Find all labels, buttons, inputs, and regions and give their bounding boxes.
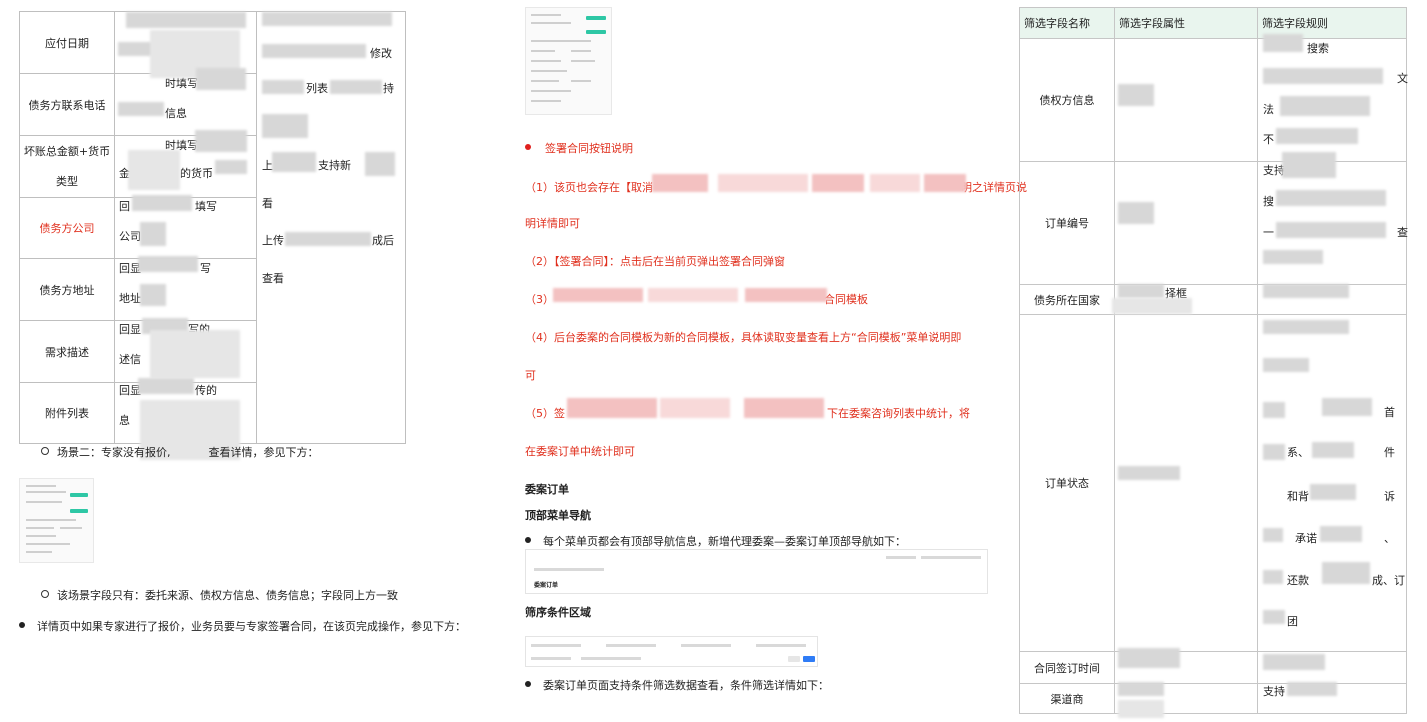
- cell-fragment: 公司: [119, 230, 141, 243]
- cell-fragment: 查看: [262, 272, 284, 285]
- rule-fragment: 搜: [1263, 195, 1274, 208]
- rule-fragment: 还款: [1287, 574, 1309, 587]
- paragraph-5-cont: 在委案订单中统计即可: [525, 445, 635, 458]
- rule-fragment: 系、: [1287, 446, 1309, 459]
- rule-fragment: 承诺: [1295, 532, 1317, 545]
- row-name: 债权方信息: [1019, 38, 1115, 162]
- cell-fragment: 上传: [262, 234, 284, 247]
- row-name: 应付日期: [19, 11, 115, 74]
- cell-fragment: 持: [383, 82, 394, 95]
- header-field-name: 筛选字段名称: [1019, 7, 1115, 39]
- detail-bullet: 详情页中如果专家进行了报价，业务员要与专家签署合同，在该页完成操作，参见下方：: [19, 618, 466, 634]
- red-bullet-icon: [525, 144, 531, 150]
- rule-fragment: 首: [1384, 406, 1395, 419]
- row-name: 债务方公司: [19, 197, 115, 259]
- nav-screenshot: 委案订单: [525, 549, 988, 594]
- nav-bullet: 每个菜单页都会有顶部导航信息，新增代理委案—委案订单顶部导航如下：: [525, 533, 906, 549]
- row-name: 债务方地址: [19, 258, 115, 321]
- cell-fragment: 息: [119, 414, 130, 427]
- paragraph-2: （2）【签署合同】：点击后在当前页弹出签署合同弹窗: [525, 255, 785, 268]
- cell-fragment: 支持新: [318, 159, 351, 172]
- rule-fragment: 支持: [1263, 685, 1285, 698]
- row-name: 债务方联系电话: [19, 73, 115, 136]
- rule-fragment: 一: [1263, 226, 1274, 239]
- paragraph-4: （4）后台委案的合同模板为新的合同模板，具体读取变量查看上方“合同模板”菜单说明…: [525, 331, 962, 344]
- row-name: 合同签订时间: [1019, 651, 1115, 684]
- rule-fragment: 诉: [1384, 490, 1395, 503]
- screenshot-thumbnail: [525, 7, 612, 115]
- sign-contract-heading: 签署合同按钮说明: [525, 140, 633, 156]
- cell-fragment: 看: [262, 197, 273, 210]
- row-name: 订单编号: [1019, 161, 1115, 285]
- bullet-icon: [525, 681, 531, 687]
- nav-screenshot-title: 委案订单: [534, 582, 559, 589]
- row-name: 附件列表: [19, 382, 115, 444]
- row-name: 需求描述: [19, 320, 115, 383]
- cell-fragment: 写: [200, 262, 211, 275]
- rule-fragment: 团: [1287, 615, 1298, 628]
- ring-bullet-icon: [41, 447, 49, 455]
- header-field-attr: 筛选字段属性: [1114, 7, 1258, 39]
- filter-bullet: 委案订单页面支持条件筛选数据查看，条件筛选详情如下：: [525, 677, 829, 693]
- filter-screenshot: [525, 636, 818, 667]
- bullet-icon: [525, 537, 531, 543]
- cell-fragment: 回显: [119, 323, 141, 336]
- cell-fragment: 修改: [370, 47, 392, 60]
- section-heading-nav: 顶部菜单导航: [525, 509, 591, 522]
- cell-fragment: 的货币: [180, 167, 213, 180]
- section-heading-order: 委案订单: [525, 483, 569, 496]
- row-name: 渠道商: [1019, 683, 1115, 714]
- scene-fields-line: 该场景字段只有：委托来源、债权方信息、债务信息；字段同上方一致: [41, 587, 398, 603]
- paragraph-4-cont: 可: [525, 369, 536, 382]
- rule-fragment: 文: [1397, 72, 1408, 85]
- screenshot-thumbnail: [19, 478, 94, 563]
- rule-fragment: 查: [1397, 226, 1408, 239]
- cell-fragment: 传的: [195, 384, 217, 397]
- bullet-icon: [19, 622, 25, 628]
- ring-bullet-icon: [41, 590, 49, 598]
- rule-fragment: 不: [1263, 133, 1274, 146]
- row-name: 订单状态: [1019, 314, 1115, 652]
- rule-fragment: 件: [1384, 446, 1395, 459]
- rule-fragment: 法: [1263, 103, 1274, 116]
- cell-fragment: 地址: [119, 292, 141, 305]
- row-name: 债务所在国家: [1019, 284, 1115, 315]
- section-heading-filter: 筛序条件区域: [525, 606, 591, 619]
- rule-fragment: 成、订: [1372, 574, 1405, 587]
- paragraph-1-cont: 明详情即可: [525, 217, 580, 230]
- rule-fragment: 、: [1384, 532, 1395, 545]
- rule-fragment: 搜索: [1307, 42, 1329, 55]
- cell-fragment: 成后: [372, 234, 394, 247]
- row-name: 坏账总金额+货币类型: [19, 135, 115, 198]
- rule-fragment: 和背: [1287, 490, 1309, 503]
- cell-fragment: 列表: [306, 82, 328, 95]
- cell-fragment: 述信: [119, 353, 141, 366]
- cell-fragment: 信息: [165, 107, 187, 120]
- cell-fragment: 填写: [195, 200, 217, 213]
- cell-fragment: 回: [119, 200, 130, 213]
- scene2-line: 场景二：专家没有报价, 查看详情，参见下方：: [41, 444, 319, 460]
